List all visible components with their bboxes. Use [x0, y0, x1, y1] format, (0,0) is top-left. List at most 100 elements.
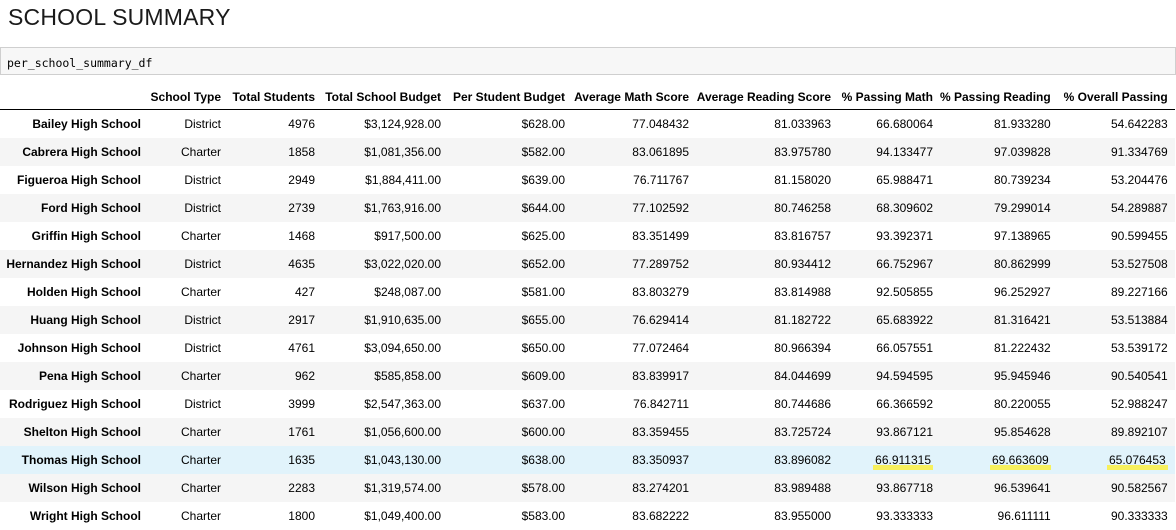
- code-cell[interactable]: per_school_summary_df: [0, 47, 1176, 75]
- table-cell: 2283: [288, 481, 315, 495]
- table-cell: 83.725724: [774, 425, 831, 439]
- table-cell: 80.220055: [993, 397, 1051, 411]
- table-cell: 84.044699: [774, 369, 831, 383]
- row-label: Holden High School: [27, 285, 141, 299]
- table-cell: 96.611111: [997, 509, 1051, 523]
- row-label: Wright High School: [29, 509, 141, 523]
- table-cell: 53.539172: [1110, 341, 1168, 355]
- table-cell: $3,124,928.00: [364, 117, 441, 131]
- table-cell: $1,056,600.00: [364, 425, 441, 439]
- table-cell: 79.299014: [993, 201, 1051, 215]
- row-label: Cabrera High School: [22, 145, 141, 159]
- table-cell: District: [184, 257, 221, 271]
- page-title: SCHOOL SUMMARY: [8, 4, 231, 30]
- table-cell: 52.988247: [1110, 397, 1168, 411]
- table-cell: 69.663609: [940, 446, 1058, 474]
- table-cell: 94.133477: [876, 145, 933, 159]
- table-cell: Charter: [180, 509, 221, 523]
- table-cell: 65.683922: [876, 313, 933, 327]
- table-cell: 83.682222: [632, 509, 689, 523]
- table-row[interactable]: Shelton High School Charter 1761 $1,056,600…: [0, 418, 1175, 446]
- table-row[interactable]: Hernandez High School District 4635 $3,022,…: [0, 250, 1175, 278]
- table-cell: 83.061895: [632, 145, 689, 159]
- table-cell: 54.642283: [1110, 117, 1168, 131]
- table-cell: 1635: [288, 453, 315, 467]
- table-cell: 65.988471: [876, 173, 933, 187]
- table-cell: 4761: [288, 341, 315, 355]
- table-cell: 97.039828: [993, 145, 1051, 159]
- code-text: per_school_summary_df: [7, 56, 153, 70]
- summary-table: School Type Total Students Total School Bu…: [0, 84, 1175, 530]
- row-label: Bailey High School: [32, 117, 141, 131]
- table-cell: $609.00: [521, 369, 565, 383]
- table-cell: 53.527508: [1110, 257, 1168, 271]
- table-cell: 96.252927: [993, 285, 1051, 299]
- table-cell: $1,884,411.00: [365, 173, 441, 187]
- table-row[interactable]: Bailey High School District 4976 $3,124,928…: [0, 109, 1175, 138]
- table-cell: 95.945946: [993, 369, 1051, 383]
- table-cell: 76.629414: [632, 313, 689, 327]
- table-row[interactable]: Thomas High School Charter 1635 $1,043,130.…: [0, 446, 1175, 474]
- table-cell: 93.392371: [876, 229, 933, 243]
- table-cell: 77.048432: [632, 117, 689, 131]
- column-header: Total Students: [228, 84, 322, 110]
- table-cell: $585,858.00: [374, 369, 441, 383]
- table-cell: 90.599455: [1110, 229, 1168, 243]
- table-cell: 89.892107: [1110, 425, 1168, 439]
- table-cell: 90.582567: [1110, 481, 1168, 495]
- table-cell: $1,081,356.00: [364, 145, 441, 159]
- table-cell: 83.274201: [632, 481, 689, 495]
- row-label: Huang High School: [30, 313, 141, 327]
- row-label: Griffin High School: [31, 229, 141, 243]
- table-row[interactable]: Holden High School Charter 427 $248,087.00 $…: [0, 278, 1175, 306]
- table-cell: 97.138965: [993, 229, 1051, 243]
- table-cell: District: [184, 117, 221, 131]
- table-cell: District: [184, 201, 221, 215]
- table-cell: 89.227166: [1110, 285, 1168, 299]
- table-row[interactable]: Wilson High School Charter 2283 $1,319,574.…: [0, 474, 1175, 502]
- column-header: Average Reading Score: [696, 84, 838, 110]
- table-cell: $600.00: [521, 425, 565, 439]
- table-row[interactable]: Ford High School District 2739 $1,763,916.0…: [0, 194, 1175, 222]
- table-cell: District: [184, 313, 221, 327]
- table-cell: 81.033963: [774, 117, 831, 131]
- table-cell: 90.540541: [1110, 369, 1168, 383]
- table-row[interactable]: Figueroa High School District 2949 $1,884,4…: [0, 166, 1175, 194]
- index-header: [0, 84, 148, 110]
- table-cell: 81.316421: [993, 313, 1051, 327]
- table-cell: 65.076453: [1058, 446, 1175, 474]
- table-row[interactable]: Cabrera High School Charter 1858 $1,081,356…: [0, 138, 1175, 166]
- table-cell: 92.505855: [876, 285, 933, 299]
- table-cell: 80.739234: [993, 173, 1051, 187]
- table-row[interactable]: Huang High School District 2917 $1,910,635.…: [0, 306, 1175, 334]
- table-cell: 2949: [288, 173, 315, 187]
- table-cell: 80.862999: [993, 257, 1051, 271]
- row-label: Shelton High School: [23, 425, 141, 439]
- row-label: Johnson High School: [17, 341, 141, 355]
- table-cell: $578.00: [521, 481, 565, 495]
- column-header: % Passing Reading: [940, 84, 1058, 110]
- table-cell: $582.00: [521, 145, 565, 159]
- table-cell: $581.00: [521, 285, 565, 299]
- table-cell: 83.359455: [632, 425, 689, 439]
- table-cell: 80.934412: [774, 257, 831, 271]
- table-cell: $1,763,916.00: [364, 201, 441, 215]
- table-row[interactable]: Wright High School Charter 1800 $1,049,400.…: [0, 502, 1175, 530]
- table-row[interactable]: Rodriguez High School District 3999 $2,547,…: [0, 390, 1175, 418]
- table-cell: 77.289752: [632, 257, 689, 271]
- table-cell: 90.333333: [1110, 509, 1168, 523]
- table-cell: $650.00: [521, 341, 565, 355]
- table-row[interactable]: Pena High School Charter 962 $585,858.00 $60…: [0, 362, 1175, 390]
- table-cell: 53.204476: [1110, 173, 1168, 187]
- table-row[interactable]: Johnson High School District 4761 $3,094,65…: [0, 334, 1175, 362]
- table-cell: 83.989488: [774, 481, 831, 495]
- table-cell: $3,022,020.00: [364, 257, 441, 271]
- table-row[interactable]: Griffin High School Charter 1468 $917,500.0…: [0, 222, 1175, 250]
- table-cell: 1858: [288, 145, 315, 159]
- table-cell: 77.072464: [632, 341, 689, 355]
- table-header-row: School Type Total Students Total School Bu…: [0, 84, 1175, 110]
- table-cell: $639.00: [521, 173, 565, 187]
- table-cell: $248,087.00: [374, 285, 441, 299]
- table-cell: $638.00: [521, 453, 565, 467]
- table-cell: 93.867121: [876, 425, 933, 439]
